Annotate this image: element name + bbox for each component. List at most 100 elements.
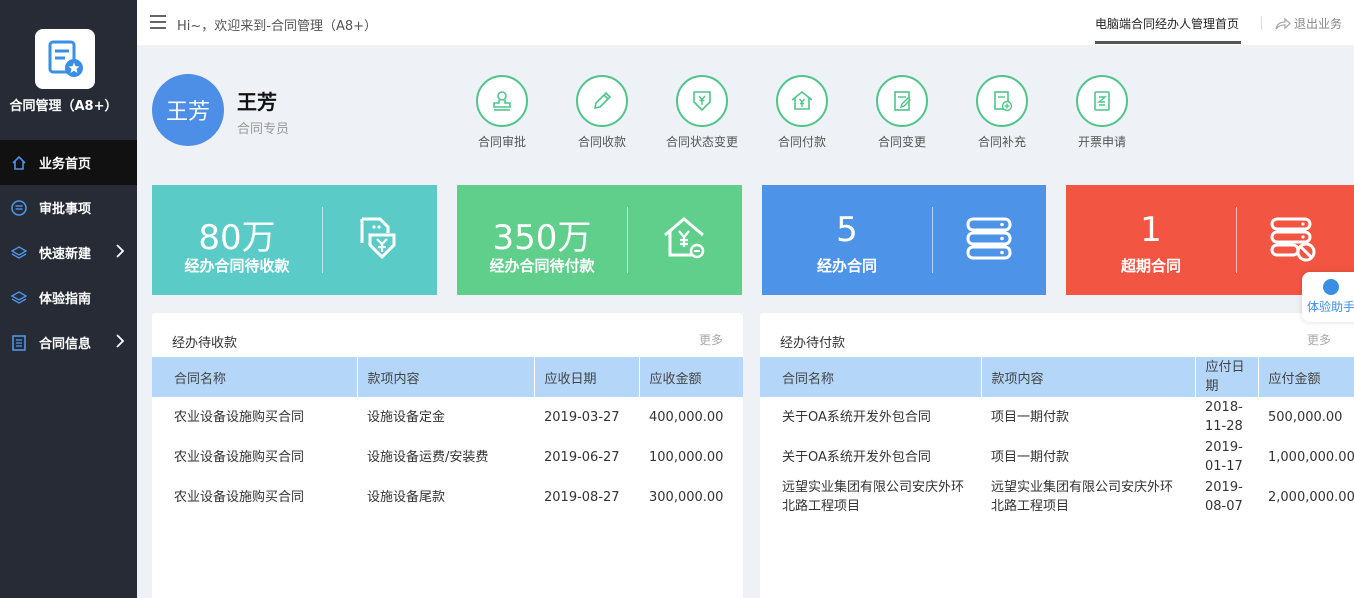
divider: [932, 207, 933, 273]
column-header: 应付金额: [1257, 357, 1354, 397]
list-icon: [10, 199, 28, 217]
quick-action-receipt[interactable]: 合同收款: [557, 75, 647, 150]
sidebar-item-label: 快速新建: [39, 247, 92, 262]
quick-action-label: 合同状态变更: [665, 135, 738, 149]
payables-panel: 经办待付款 更多 合同名称 款项内容 应付日期 应付金额 关于OA系统开发外包合…: [760, 313, 1354, 598]
sidebar-item-quick-create[interactable]: 快速新建: [0, 230, 137, 275]
layers-icon: [10, 289, 28, 307]
table-cell: 设施设备定金: [367, 409, 446, 425]
receivables-panel: 经办待收款 更多 合同名称 款项内容 应收日期 应收金额 农业设备设施购买合同 …: [152, 313, 743, 598]
add-doc-icon: [994, 91, 1013, 112]
column-header: 款项内容: [980, 357, 1195, 397]
sidebar-item-label: 业务首页: [39, 157, 92, 172]
sidebar-item-contract-info[interactable]: 合同信息: [0, 320, 137, 365]
payables-table: 合同名称 款项内容 应付日期 应付金额 关于OA系统开发外包合同 项目一期付款 …: [760, 357, 1354, 517]
stat-card-contracts[interactable]: 5 经办合同: [762, 185, 1046, 295]
stat-label: 经办合同待付款: [489, 257, 595, 275]
home-icon: [10, 154, 28, 172]
share-arrow-icon: [1275, 17, 1291, 29]
user-role: 合同专员: [237, 122, 290, 137]
table-row[interactable]: 农业设备设施购买合同 设施设备尾款 2019-08-27 300,000.00: [152, 477, 743, 517]
receive-money-icon: [354, 213, 404, 263]
stat-card-payable[interactable]: 350万 经办合同待付款: [457, 185, 742, 295]
column-header: 应收金额: [638, 357, 743, 397]
welcome-text: Hi~，欢迎来到-合同管理（A8+）: [177, 19, 378, 34]
contract-logo-icon: [48, 40, 83, 77]
sidebar-nav: 业务首页 审批事项 快速新建 体验指南 合同信息: [0, 140, 137, 365]
table-header-row: 合同名称 款项内容 应付日期 应付金额: [760, 357, 1354, 397]
quick-action-label: 合同收款: [577, 135, 626, 149]
table-cell: 500,000.00: [1268, 409, 1343, 425]
quick-action-approval[interactable]: 合同审批: [457, 75, 547, 150]
stat-value: 5: [836, 210, 858, 250]
sidebar-item-label: 体验指南: [39, 292, 92, 307]
table-cell: 2019-03-27: [544, 409, 620, 425]
edit-doc-icon: [894, 91, 911, 111]
home-page-link[interactable]: 电脑端合同经办人管理首页: [1095, 15, 1239, 32]
table-row[interactable]: 农业设备设施购买合同 设施设备运费/安装费 2019-06-27 100,000…: [152, 437, 743, 477]
quick-action-label: 合同审批: [477, 135, 526, 149]
chat-bubble-icon: [1323, 279, 1339, 295]
logout-link[interactable]: 退出业务: [1275, 15, 1342, 32]
table-cell: 项目一期付款: [991, 449, 1070, 465]
divider: [1236, 207, 1237, 273]
pay-money-icon: [659, 213, 709, 263]
column-header: 合同名称: [760, 357, 981, 397]
quick-action-label: 合同补充: [977, 135, 1026, 149]
stat-label: 经办合同待收款: [184, 257, 290, 275]
app-name: 合同管理（A8+）: [9, 99, 118, 114]
user-name: 王芳: [237, 90, 277, 114]
quick-action-payment[interactable]: 合同付款: [757, 75, 847, 150]
sidebar-item-guide[interactable]: 体验指南: [0, 275, 137, 320]
sidebar-item-approvals[interactable]: 审批事项: [0, 185, 137, 230]
table-row[interactable]: 关于OA系统开发外包合同 项目一期付款 2019-01-17 1,000,000…: [760, 437, 1354, 477]
yen-down-icon: [693, 91, 711, 112]
stat-card-receivable[interactable]: 80万 经办合同待收款: [152, 185, 437, 295]
more-link[interactable]: 更多: [699, 331, 723, 348]
divider: [1261, 16, 1262, 30]
sidebar-item-label: 审批事项: [39, 202, 92, 217]
table-cell: 2019-08-27: [544, 489, 620, 505]
table-cell: 设施设备运费/安装费: [367, 449, 489, 465]
table-row[interactable]: 关于OA系统开发外包合同 项目一期付款 2018-11-28 500,000.0…: [760, 397, 1354, 437]
divider: [627, 207, 628, 273]
table-cell: 远望实业集团有限公司安庆外环北路工程项目: [991, 480, 1174, 514]
panel-title: 经办待收款: [172, 336, 238, 351]
more-link[interactable]: 更多: [1307, 331, 1331, 348]
assistant-button[interactable]: 体验助手: [1302, 272, 1354, 322]
table-cell: 关于OA系统开发外包合同: [782, 409, 931, 425]
quick-action-change[interactable]: 合同变更: [857, 75, 947, 150]
quick-action-label: 开票申请: [1077, 135, 1126, 149]
column-header: 款项内容: [356, 357, 534, 397]
table-cell: 100,000.00: [649, 449, 724, 465]
table-cell: 设施设备尾款: [367, 489, 446, 505]
column-header: 应收日期: [533, 357, 639, 397]
receivables-table: 合同名称 款项内容 应收日期 应收金额 农业设备设施购买合同 设施设备定金 20…: [152, 357, 743, 517]
table-cell: 远望实业集团有限公司安庆外环北路工程项目: [782, 480, 965, 514]
table-cell: 2019-08-07: [1205, 480, 1243, 514]
stamp-icon: [493, 91, 511, 111]
sidebar-item-label: 合同信息: [39, 337, 92, 352]
chevron-right-icon: [115, 334, 125, 352]
table-cell: 项目一期付款: [991, 409, 1070, 425]
database-icon: [964, 213, 1014, 263]
stat-label: 经办合同: [816, 257, 877, 275]
table-header-row: 合同名称 款项内容 应收日期 应收金额: [152, 357, 743, 397]
sidebar-item-home[interactable]: 业务首页: [0, 140, 137, 185]
quick-action-label: 合同变更: [877, 135, 926, 149]
table-cell: 300,000.00: [649, 489, 724, 505]
quick-action-supplement[interactable]: 合同补充: [957, 75, 1047, 150]
table-cell: 农业设备设施购买合同: [174, 449, 305, 465]
table-cell: 400,000.00: [649, 409, 724, 425]
quick-action-status-change[interactable]: 合同状态变更: [657, 75, 747, 150]
stat-value: 350万: [492, 218, 592, 258]
quick-action-invoice[interactable]: 开票申请: [1057, 75, 1147, 150]
column-header: 应付日期: [1194, 357, 1258, 397]
table-row[interactable]: 农业设备设施购买合同 设施设备定金 2019-03-27 400,000.00: [152, 397, 743, 437]
table-row[interactable]: 远望实业集团有限公司安庆外环北路工程项目 远望实业集团有限公司安庆外环北路工程项…: [760, 477, 1354, 517]
pencil-icon: [593, 91, 612, 110]
logout-label: 退出业务: [1294, 17, 1343, 31]
column-header: 合同名称: [152, 357, 357, 397]
hamburger-menu-icon[interactable]: [150, 15, 166, 29]
yen-house-icon: [791, 90, 813, 110]
